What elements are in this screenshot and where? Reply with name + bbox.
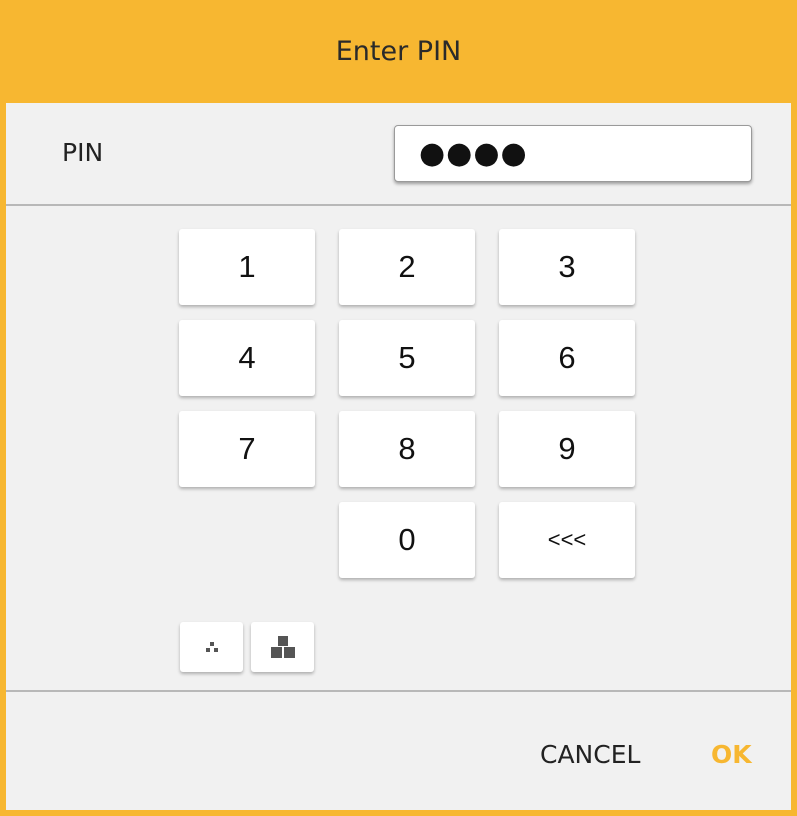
key-7[interactable]: 7 [179, 411, 315, 487]
key-9[interactable]: 9 [499, 411, 635, 487]
ok-button[interactable]: OK [711, 740, 752, 769]
pin-masked-value: ●●●● [419, 136, 528, 171]
key-6[interactable]: 6 [499, 320, 635, 396]
pin-label: PIN [62, 138, 104, 167]
pin-dialog: Enter PIN PIN ●●●● 1 2 3 4 5 6 7 8 9 0 <… [0, 0, 797, 816]
key-1[interactable]: 1 [179, 229, 315, 305]
key-4[interactable]: 4 [179, 320, 315, 396]
dialog-title: Enter PIN [335, 36, 462, 67]
key-3[interactable]: 3 [499, 229, 635, 305]
key-8[interactable]: 8 [339, 411, 475, 487]
small-blocks-icon [205, 642, 218, 652]
small-keypad-button[interactable] [180, 622, 243, 672]
pin-input[interactable]: ●●●● [394, 125, 752, 182]
divider-bottom [6, 690, 791, 692]
cancel-button[interactable]: CANCEL [540, 740, 640, 769]
key-0[interactable]: 0 [339, 502, 475, 578]
large-keypad-button[interactable] [251, 622, 314, 672]
backspace-button[interactable]: <<< [499, 502, 635, 578]
large-blocks-icon [270, 636, 295, 658]
key-2[interactable]: 2 [339, 229, 475, 305]
title-bar: Enter PIN [0, 0, 797, 103]
divider-top [6, 204, 791, 206]
key-5[interactable]: 5 [339, 320, 475, 396]
